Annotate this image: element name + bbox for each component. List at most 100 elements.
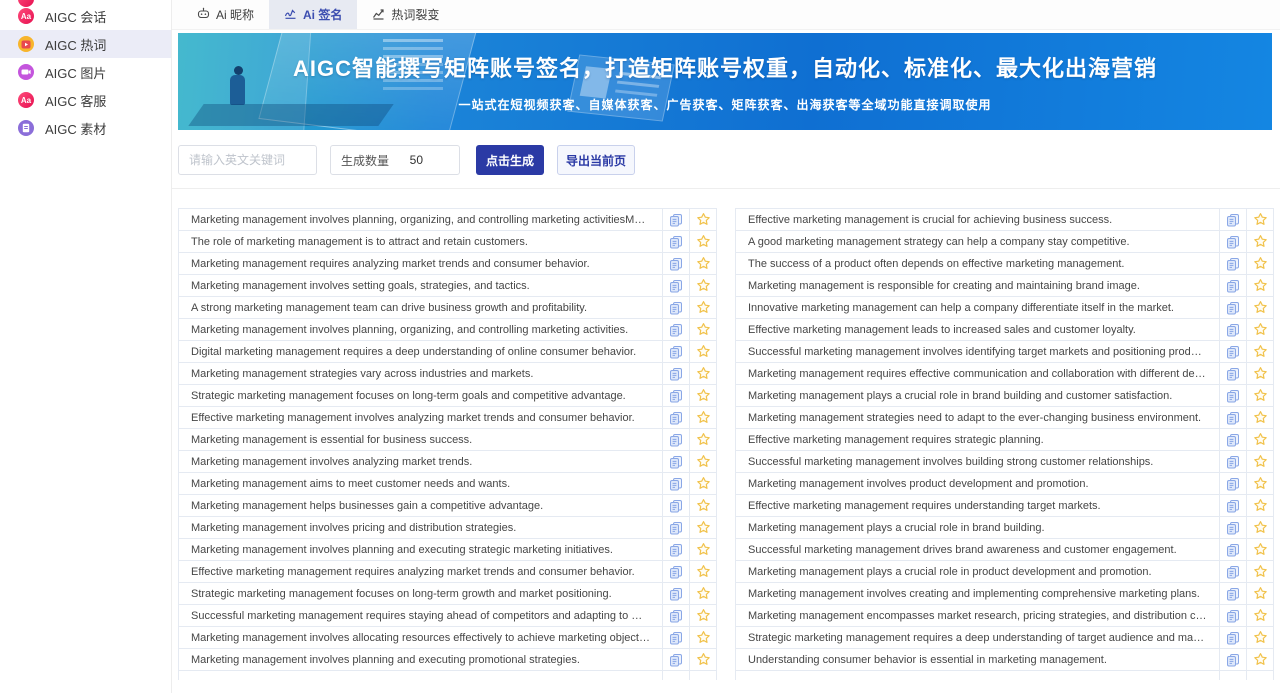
favorite-button[interactable] <box>689 517 716 538</box>
favorite-button[interactable] <box>1246 275 1273 296</box>
copy-button[interactable] <box>662 451 689 472</box>
copy-button[interactable] <box>662 385 689 406</box>
copy-button[interactable] <box>1219 671 1246 680</box>
copy-button[interactable] <box>1219 407 1246 428</box>
copy-button[interactable] <box>1219 231 1246 252</box>
favorite-button[interactable] <box>689 407 716 428</box>
favorite-button[interactable] <box>689 561 716 582</box>
favorite-button[interactable] <box>1246 429 1273 450</box>
export-current-page-button[interactable]: 导出当前页 <box>557 145 635 175</box>
sidebar-item-aigc-materials[interactable]: AIGC 素材 <box>0 114 171 142</box>
sidebar-item-aigc-service[interactable]: Aa AIGC 客服 <box>0 86 171 114</box>
count-value[interactable]: 50 <box>410 153 449 167</box>
favorite-button[interactable] <box>1246 407 1273 428</box>
favorite-button[interactable] <box>689 473 716 494</box>
favorite-button[interactable] <box>689 583 716 604</box>
copy-button[interactable] <box>1219 539 1246 560</box>
favorite-button[interactable] <box>689 297 716 318</box>
favorite-button[interactable] <box>689 231 716 252</box>
favorite-button[interactable] <box>1246 319 1273 340</box>
favorite-button[interactable] <box>1246 539 1273 560</box>
copy-button[interactable] <box>1219 561 1246 582</box>
favorite-button[interactable] <box>689 627 716 648</box>
tab-hotword-fission[interactable]: 热词裂变 <box>357 0 454 29</box>
copy-button[interactable] <box>1219 209 1246 230</box>
favorite-button[interactable] <box>1246 297 1273 318</box>
copy-button[interactable] <box>1219 495 1246 516</box>
copy-button[interactable] <box>1219 583 1246 604</box>
copy-button[interactable] <box>662 253 689 274</box>
copy-button[interactable] <box>1219 605 1246 626</box>
copy-button[interactable] <box>662 627 689 648</box>
favorite-button[interactable] <box>689 429 716 450</box>
sidebar-item-aigc-hotwords[interactable]: AIGC 热词 <box>0 30 171 58</box>
copy-button[interactable] <box>662 473 689 494</box>
favorite-button[interactable] <box>1246 341 1273 362</box>
favorite-button[interactable] <box>1246 649 1273 670</box>
favorite-button[interactable] <box>1246 561 1273 582</box>
copy-button[interactable] <box>1219 649 1246 670</box>
copy-button[interactable] <box>662 495 689 516</box>
favorite-button[interactable] <box>1246 451 1273 472</box>
copy-button[interactable] <box>662 649 689 670</box>
favorite-button[interactable] <box>1246 473 1273 494</box>
copy-button[interactable] <box>662 231 689 252</box>
copy-button[interactable] <box>1219 253 1246 274</box>
copy-button[interactable] <box>662 363 689 384</box>
favorite-button[interactable] <box>689 209 716 230</box>
copy-button[interactable] <box>662 319 689 340</box>
copy-button[interactable] <box>1219 627 1246 648</box>
keyword-input[interactable] <box>178 145 317 175</box>
favorite-button[interactable] <box>689 341 716 362</box>
results-scroll-area[interactable]: Marketing management involves planning, … <box>172 208 1280 680</box>
copy-button[interactable] <box>1219 473 1246 494</box>
copy-button[interactable] <box>1219 319 1246 340</box>
favorite-button[interactable] <box>1246 385 1273 406</box>
sidebar-item-aigc-images[interactable]: AIGC 图片 <box>0 58 171 86</box>
copy-button[interactable] <box>1219 341 1246 362</box>
favorite-button[interactable] <box>1246 363 1273 384</box>
favorite-button[interactable] <box>1246 627 1273 648</box>
copy-button[interactable] <box>1219 429 1246 450</box>
favorite-button[interactable] <box>1246 495 1273 516</box>
favorite-button[interactable] <box>689 649 716 670</box>
favorite-button[interactable] <box>1246 209 1273 230</box>
copy-button[interactable] <box>662 583 689 604</box>
favorite-button[interactable] <box>1246 671 1273 680</box>
copy-button[interactable] <box>662 429 689 450</box>
copy-button[interactable] <box>1219 275 1246 296</box>
favorite-button[interactable] <box>1246 605 1273 626</box>
favorite-button[interactable] <box>689 495 716 516</box>
copy-button[interactable] <box>662 297 689 318</box>
favorite-button[interactable] <box>689 539 716 560</box>
favorite-button[interactable] <box>689 319 716 340</box>
favorite-button[interactable] <box>1246 253 1273 274</box>
favorite-button[interactable] <box>1246 517 1273 538</box>
favorite-button[interactable] <box>1246 583 1273 604</box>
generate-count-field[interactable]: 生成数量 50 <box>330 145 460 175</box>
favorite-button[interactable] <box>1246 231 1273 252</box>
copy-button[interactable] <box>1219 363 1246 384</box>
copy-button[interactable] <box>1219 385 1246 406</box>
copy-button[interactable] <box>662 561 689 582</box>
copy-button[interactable] <box>1219 297 1246 318</box>
copy-button[interactable] <box>1219 451 1246 472</box>
copy-button[interactable] <box>1219 517 1246 538</box>
favorite-button[interactable] <box>689 385 716 406</box>
favorite-button[interactable] <box>689 451 716 472</box>
copy-button[interactable] <box>662 671 689 680</box>
copy-button[interactable] <box>662 605 689 626</box>
tab-ai-signature[interactable]: Ai 签名 <box>269 0 357 29</box>
tab-ai-nickname[interactable]: Ai 昵称 <box>182 0 269 29</box>
copy-button[interactable] <box>662 517 689 538</box>
favorite-button[interactable] <box>689 363 716 384</box>
favorite-button[interactable] <box>689 275 716 296</box>
favorite-button[interactable] <box>689 253 716 274</box>
copy-button[interactable] <box>662 539 689 560</box>
favorite-button[interactable] <box>689 605 716 626</box>
copy-button[interactable] <box>662 209 689 230</box>
favorite-button[interactable] <box>689 671 716 680</box>
generate-button[interactable]: 点击生成 <box>476 145 544 175</box>
copy-button[interactable] <box>662 275 689 296</box>
copy-button[interactable] <box>662 341 689 362</box>
